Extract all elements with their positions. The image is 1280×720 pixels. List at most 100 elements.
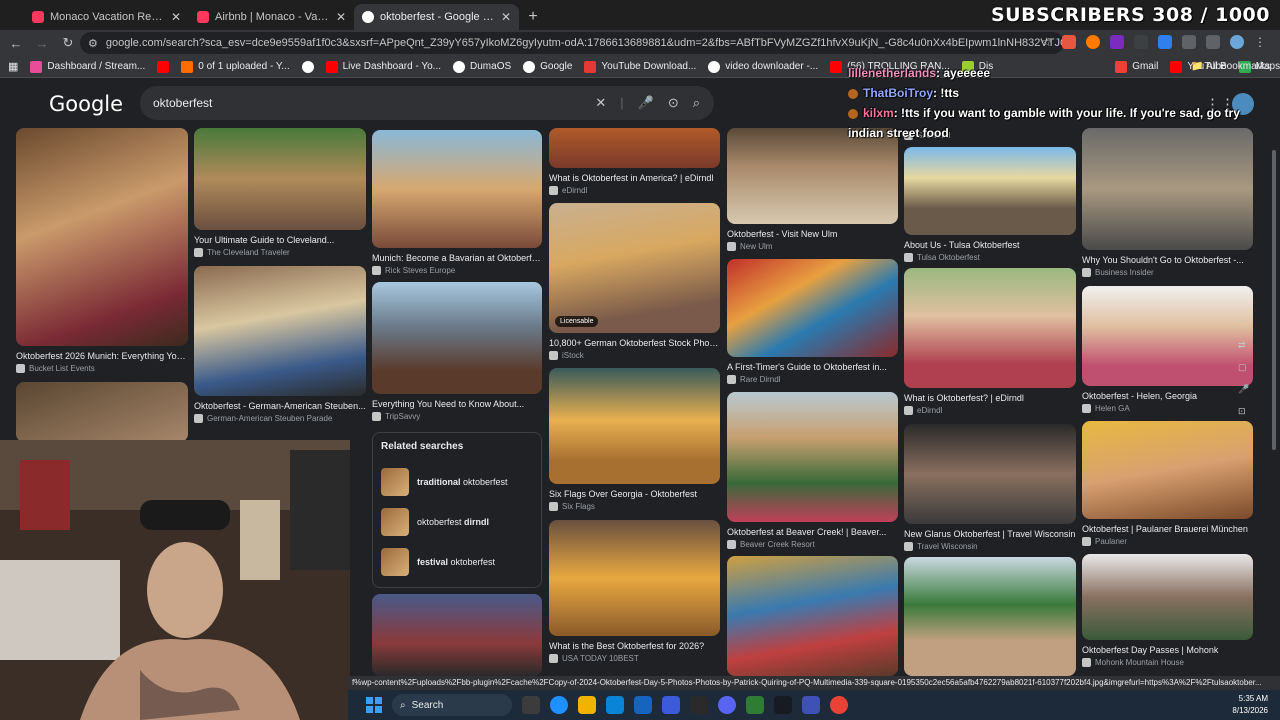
search-input[interactable]: oktoberfest [153, 96, 212, 110]
puzzle-icon[interactable] [1182, 35, 1196, 49]
store-icon[interactable] [606, 696, 624, 714]
mic-icon[interactable]: 🎤 [638, 95, 654, 111]
close-tab-icon[interactable]: ✕ [336, 10, 346, 24]
result-image[interactable] [904, 147, 1076, 235]
result-image[interactable] [372, 594, 542, 676]
address-bar[interactable]: ⚙ google.com/search?sca_esv=dce9e9559af1… [80, 32, 1064, 54]
chevron-up-icon[interactable]: ⌃ [1238, 318, 1249, 329]
image-result[interactable]: Munich: Become a Bavarian at Oktoberfes.… [372, 130, 542, 275]
result-image[interactable] [16, 382, 188, 442]
close-icon[interactable]: ✕ [595, 95, 606, 111]
profile-avatar-icon[interactable] [1230, 35, 1244, 49]
browser-tab-airbnb[interactable]: Airbnb | Monaco - Vacation Re ✕ [189, 4, 354, 30]
result-caption[interactable]: What is the Best Oktoberfest for 2026? [549, 641, 720, 651]
extension-icon[interactable] [1134, 35, 1148, 49]
reload-icon[interactable]: ↻ [60, 35, 76, 51]
bookmark-item[interactable]: YouTube Download... [584, 60, 696, 73]
extension-icon[interactable] [1062, 35, 1076, 49]
lens-icon[interactable]: ⊙ [668, 95, 679, 111]
result-caption[interactable]: Oktoberfest - German-American Steuben... [194, 401, 366, 411]
result-image[interactable] [904, 557, 1076, 676]
lens-icon[interactable]: ⊡ [1238, 406, 1249, 417]
result-caption[interactable]: What is Oktoberfest? | eDirndl [904, 393, 1076, 403]
image-result[interactable]: Why You Shouldn't Go to Oktoberfest -...… [1082, 128, 1253, 277]
image-result[interactable]: Oktoberfest - German-American Steuben...… [194, 266, 366, 423]
image-result[interactable]: Licensable 10,800+ German Oktoberfest St… [549, 203, 720, 360]
result-image[interactable] [549, 520, 720, 636]
result-caption[interactable]: Munich: Become a Bavarian at Oktoberfes.… [372, 253, 542, 263]
result-image[interactable] [1082, 286, 1253, 386]
image-result[interactable]: What is Oktoberfest? | eDirndl eDirndl [904, 268, 1076, 415]
search-box[interactable]: oktoberfest ✕ | 🎤 ⊙ ⌕ [140, 86, 714, 120]
apps-grid-icon[interactable]: ▦ [8, 60, 18, 73]
task-view-icon[interactable] [522, 696, 540, 714]
browser-tab-google-search[interactable]: oktoberfest - Google Search ✕ [354, 4, 519, 30]
image-result[interactable] [16, 382, 188, 442]
result-caption[interactable]: Why You Shouldn't Go to Oktoberfest -... [1082, 255, 1253, 265]
result-image[interactable] [549, 368, 720, 484]
discord-icon[interactable] [718, 696, 736, 714]
result-caption[interactable]: Oktoberfest - Visit New Ulm [727, 229, 898, 239]
result-caption[interactable]: Oktoberfest Day Passes | Mohonk [1082, 645, 1253, 655]
result-image[interactable] [1082, 128, 1253, 250]
image-result[interactable]: Oktoberfest - Visit New Ulm New Ulm [727, 128, 898, 251]
close-tab-icon[interactable]: ✕ [171, 10, 181, 24]
image-result[interactable] [904, 557, 1076, 676]
taskbar-search[interactable]: ⌕ Search [392, 694, 512, 716]
mic-icon[interactable]: 🎤 [1238, 384, 1249, 395]
bookmark-item[interactable]: video downloader -... [708, 60, 818, 73]
result-caption[interactable]: Everything You Need to Know About... [372, 399, 542, 409]
result-image[interactable] [194, 128, 366, 230]
app-icon[interactable] [690, 696, 708, 714]
bookmark-item[interactable]: Dashboard / Stream... [30, 60, 145, 73]
result-caption[interactable]: Oktoberfest - Helen, Georgia [1082, 391, 1253, 401]
google-logo[interactable]: Google [49, 92, 123, 116]
result-image[interactable] [1082, 554, 1253, 640]
image-result[interactable]: Oktoberfest | Paulaner Brauerei München … [1082, 421, 1253, 546]
system-clock[interactable]: 5:35 AM 8/13/2026 [1232, 693, 1268, 717]
image-result[interactable]: What is the Best Oktoberfest for 2026? U… [549, 520, 720, 663]
result-image[interactable] [1082, 421, 1253, 519]
edge-icon[interactable] [550, 696, 568, 714]
result-image[interactable] [372, 130, 542, 248]
bookmark-item[interactable]: Live Dashboard - Yo... [325, 60, 441, 73]
forward-arrow-icon[interactable]: → [34, 36, 50, 51]
result-caption[interactable]: A First-Timer's Guide to Oktoberfest in.… [727, 362, 898, 372]
result-caption[interactable]: New Glarus Oktoberfest | Travel Wisconsi… [904, 529, 1076, 539]
extension-icon[interactable] [1086, 35, 1100, 49]
search-icon[interactable]: ⌕ [693, 95, 700, 111]
chat-icon[interactable]: ▢ [1238, 362, 1249, 373]
result-caption[interactable]: Oktoberfest at Beaver Creek! | Beaver... [727, 527, 898, 537]
result-image[interactable] [727, 259, 898, 357]
image-result[interactable]: Your Ultimate Guide to Cleveland... The … [194, 128, 366, 257]
share-icon[interactable]: ⇄ [1238, 340, 1249, 351]
file-explorer-icon[interactable] [578, 696, 596, 714]
image-result[interactable]: Oktoberfest at Beaver Creek! | Beaver...… [727, 392, 898, 549]
steam-icon[interactable] [774, 696, 792, 714]
result-caption[interactable]: Oktoberfest 2026 Munich: Everything You.… [16, 351, 188, 361]
image-result[interactable]: Oktoberfest 2026 Munich: Everything You.… [16, 128, 188, 373]
image-result[interactable]: Oktoberfest Day Passes | Mohonk Mohonk M… [1082, 554, 1253, 667]
result-image[interactable] [372, 282, 542, 394]
extension-icon[interactable] [1158, 35, 1172, 49]
bookmark-item[interactable]: Google [523, 60, 572, 73]
result-image[interactable] [904, 268, 1076, 388]
bookmark-item[interactable] [157, 60, 170, 73]
menu-dots-icon[interactable]: ⋮ [1254, 35, 1266, 49]
browser-tab-monaco-rentals[interactable]: Monaco Vacation Rentals (4.9 o ✕ [24, 4, 189, 30]
bookmark-item[interactable]: 0 of 1 uploaded - Y... [181, 60, 290, 73]
image-result[interactable]: What is Oktoberfest in America? | eDirnd… [549, 128, 720, 195]
windows-start-icon[interactable] [366, 697, 382, 713]
result-image[interactable] [727, 392, 898, 522]
bookmark-star-icon[interactable]: ☆ [1041, 35, 1052, 49]
app-icon[interactable] [662, 696, 680, 714]
result-image[interactable] [194, 266, 366, 396]
image-result[interactable]: New Glarus Oktoberfest | Travel Wisconsi… [904, 424, 1076, 551]
image-result[interactable]: Everything You Need to Know About... Tri… [372, 282, 542, 421]
result-image[interactable] [904, 424, 1076, 524]
result-caption[interactable]: Six Flags Over Georgia - Oktoberfest [549, 489, 720, 499]
result-caption[interactable]: Your Ultimate Guide to Cleveland... [194, 235, 366, 245]
back-arrow-icon[interactable]: ← [8, 36, 24, 51]
app-icon[interactable] [802, 696, 820, 714]
bookmark-item[interactable] [301, 60, 314, 73]
